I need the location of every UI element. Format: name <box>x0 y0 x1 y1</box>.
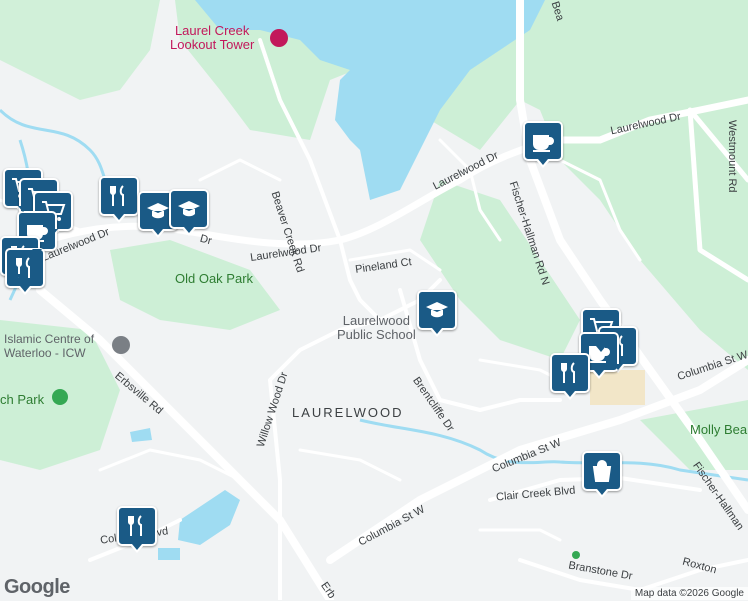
islamic-centre-icon[interactable] <box>112 336 130 354</box>
shopping-bag-icon <box>592 460 612 482</box>
restaurant-pin[interactable] <box>99 176 139 223</box>
school-icon <box>147 203 169 219</box>
road-dr-west: Dr <box>198 232 213 248</box>
school-pin-2[interactable] <box>169 189 209 236</box>
green-square-icon <box>572 551 580 559</box>
molly-bea-label[interactable]: Molly Bea <box>690 422 747 437</box>
coffee-pin[interactable] <box>523 121 563 168</box>
laurelwood-school-label[interactable]: Laurelwood Public School <box>337 314 416 342</box>
restaurant-icon <box>110 185 124 206</box>
ch-park-label[interactable]: ch Park <box>0 392 44 407</box>
islamic-centre-label[interactable]: Islamic Centre of Waterloo - ICW <box>4 332 94 360</box>
restaurant-icon <box>561 362 575 383</box>
lookout-tower-label[interactable]: Laurel Creek Lookout Tower <box>170 24 254 52</box>
school-icon <box>178 201 200 217</box>
park-pin-icon[interactable] <box>52 389 68 405</box>
school-pin-laurelwood[interactable] <box>417 290 457 337</box>
road-westmount: Westmount Rd <box>726 120 738 193</box>
tower-icon[interactable] <box>270 29 288 47</box>
laurelwood-area-label: LAURELWOOD <box>292 405 404 420</box>
map-attribution[interactable]: Map data ©2026 Google <box>630 587 748 600</box>
school-icon <box>426 302 448 318</box>
restaurant-pin-4[interactable] <box>117 506 157 553</box>
map-canvas[interactable] <box>0 0 748 600</box>
shopping-bag-pin[interactable] <box>582 451 622 498</box>
restaurant-icon <box>128 515 142 536</box>
google-logo[interactable]: Google <box>4 576 70 599</box>
old-oak-park-label[interactable]: Old Oak Park <box>175 271 253 286</box>
coffee-icon <box>533 135 554 152</box>
restaurant-pin-3[interactable] <box>550 353 590 400</box>
